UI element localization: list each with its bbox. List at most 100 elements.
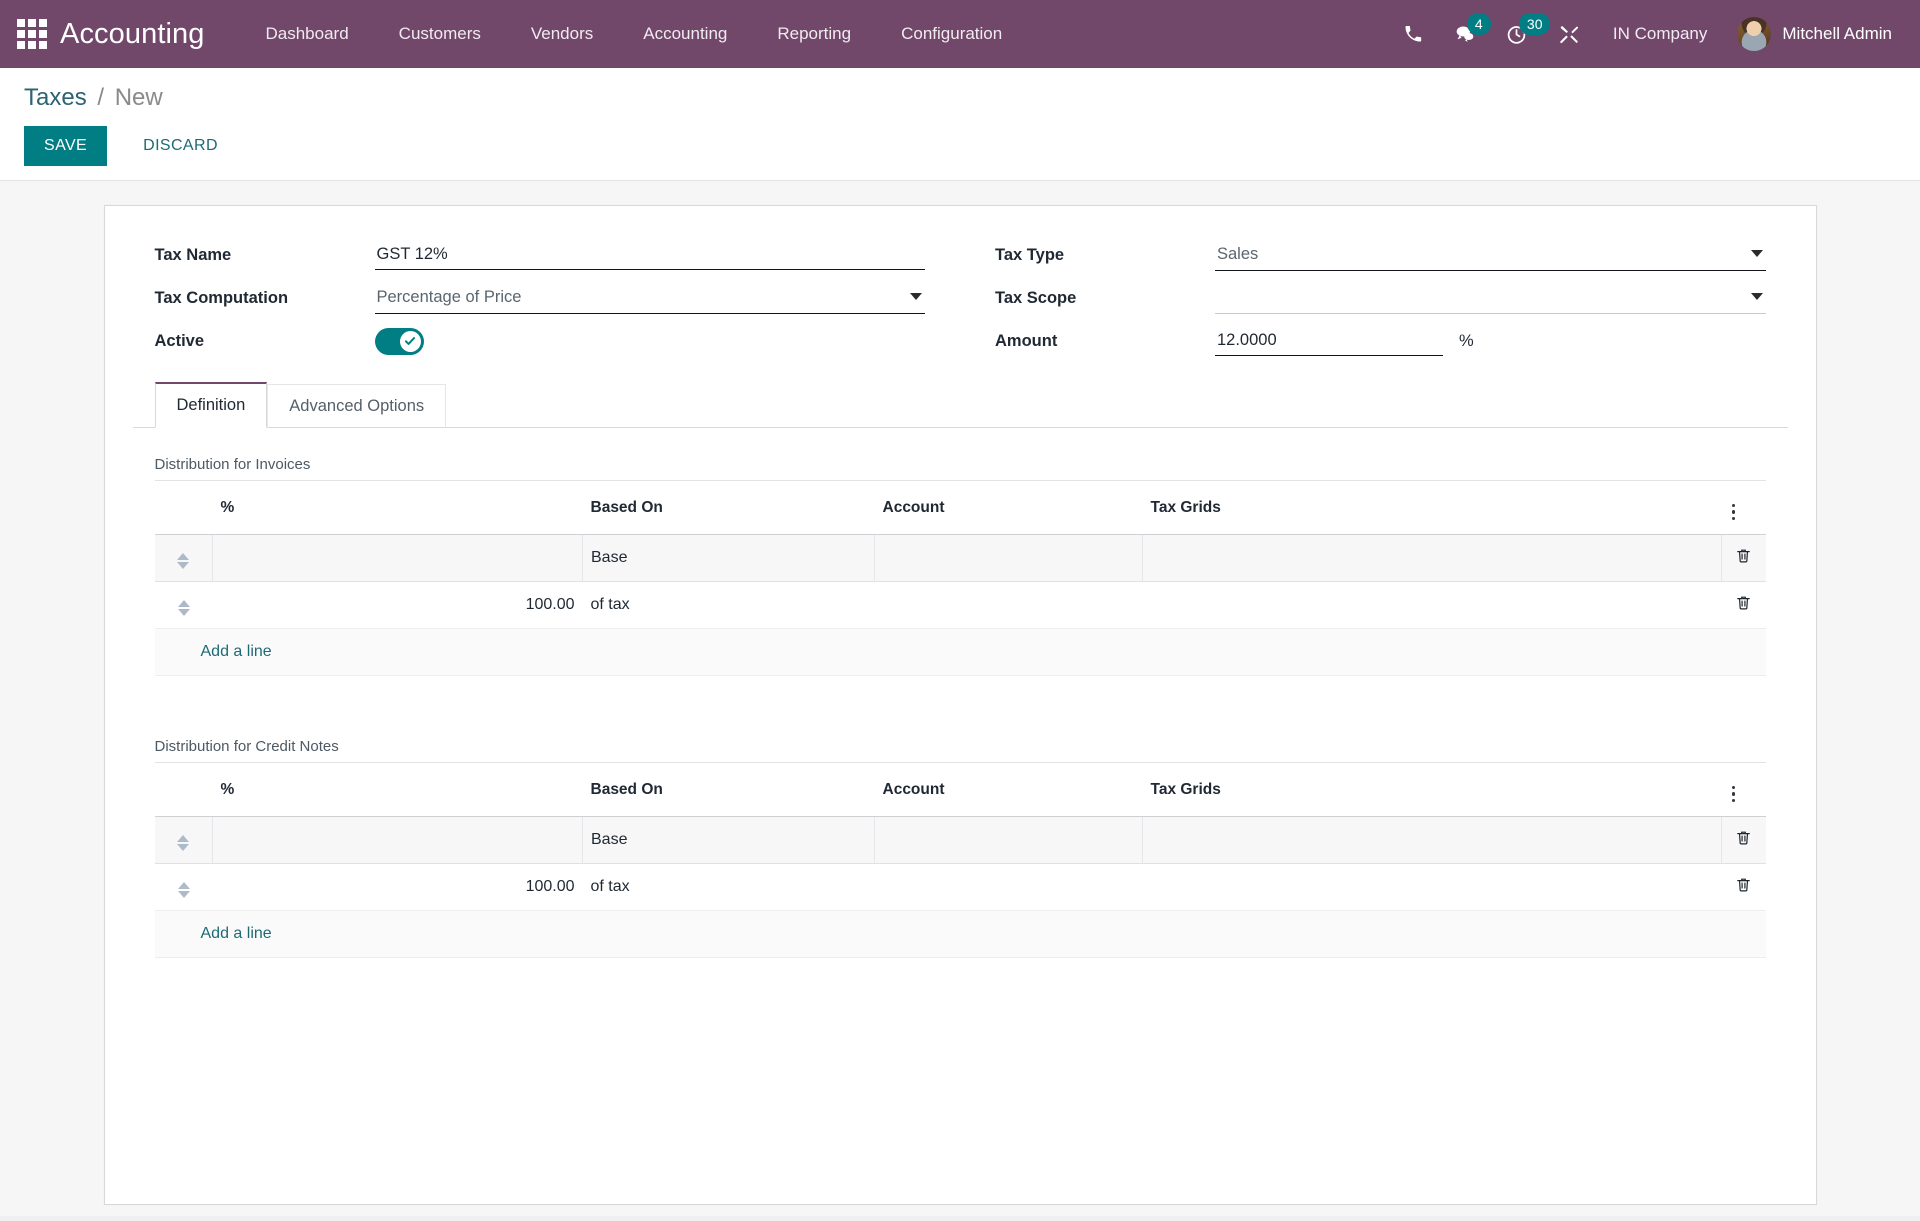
col-percent[interactable]: % [212,762,583,817]
user-name: Mitchell Admin [1782,24,1892,43]
cell-account[interactable] [874,863,1143,911]
distribution-for-credit-notes: Distribution for Credit Notes % Based On… [154,738,1766,958]
control-panel: Taxes / New SAVE DISCARD [0,68,1920,181]
company-switcher[interactable]: IN Company [1595,14,1725,54]
col-tax-grids[interactable]: Tax Grids [1142,480,1722,535]
sort-handle-icon[interactable] [177,600,190,616]
cell-delete [1721,581,1766,629]
discard-button[interactable]: DISCARD [121,126,240,166]
invoices-distribution-table: % Based On Account Tax Grids Base 100.00… [154,480,1766,676]
table-row[interactable]: Base [154,534,1766,582]
user-menu[interactable]: Mitchell Admin [1725,11,1898,57]
trash-icon[interactable] [1735,547,1752,564]
cell-tax-grids[interactable] [1142,534,1722,582]
cell-account[interactable] [874,581,1143,629]
cell-tax-grids[interactable] [1142,581,1722,629]
amount-input[interactable] [1215,326,1443,356]
cell-percent[interactable]: 100.00 [212,863,583,911]
top-navbar: Accounting Dashboard Customers Vendors A… [0,0,1920,68]
label-tax-computation: Tax Computation [154,288,289,307]
sort-handle-icon[interactable] [177,882,190,898]
cell-account[interactable] [874,816,1143,864]
record-action-buttons: SAVE DISCARD [24,126,1896,166]
cell-percent[interactable] [212,534,583,582]
check-icon [404,337,416,345]
sort-handle-icon[interactable] [177,553,190,569]
col-percent[interactable]: % [212,480,583,535]
cell-based-on[interactable]: Base [582,816,875,864]
col-based-on[interactable]: Based On [582,480,875,535]
row-drag-handle[interactable] [154,816,213,864]
developer-tools-icon[interactable] [1543,11,1595,57]
col-account[interactable]: Account [874,480,1143,535]
trash-icon[interactable] [1735,829,1752,846]
cell-percent[interactable]: 100.00 [212,581,583,629]
tax-type-select[interactable]: Sales [1215,239,1766,271]
tax-scope-select[interactable] [1215,282,1766,314]
messages-icon[interactable]: 4 [1439,11,1491,57]
breadcrumb-separator: / [97,84,105,111]
cell-based-on[interactable]: of tax [582,581,875,629]
add-line-cell: Add a line [154,910,1766,958]
messages-badge: 4 [1466,13,1491,35]
col-account[interactable]: Account [874,762,1143,817]
credit-notes-distribution-table: % Based On Account Tax Grids Base 100.00… [154,762,1766,958]
form-column-left: Tax Name Tax Computation Percentage of P… [154,234,925,363]
col-handle [154,480,213,535]
notebook-tabs: Definition Advanced Options [132,381,1788,428]
row-drag-handle[interactable] [154,863,213,911]
add-line-row[interactable]: Add a line [154,628,1766,676]
phone-icon[interactable] [1387,11,1439,57]
table-row[interactable]: 100.00 of tax [154,581,1766,629]
active-toggle[interactable] [374,327,424,355]
breadcrumb: Taxes / New [24,84,1896,112]
add-a-line-link[interactable]: Add a line [163,643,272,660]
table-row[interactable]: Base [154,816,1766,864]
cell-percent[interactable] [212,816,583,864]
field-amount: Amount % [995,320,1766,362]
tax-name-input[interactable] [374,240,925,270]
tax-computation-select[interactable]: Percentage of Price [374,282,925,314]
cell-based-on[interactable]: Base [582,534,875,582]
cell-tax-grids[interactable] [1142,816,1722,864]
sort-handle-icon[interactable] [177,835,190,851]
options-icon[interactable] [1730,784,1738,805]
add-line-row[interactable]: Add a line [154,910,1766,958]
table-row[interactable]: 100.00 of tax [154,863,1766,911]
trash-icon[interactable] [1735,594,1752,611]
cell-tax-grids[interactable] [1142,863,1722,911]
form-column-right: Tax Type Sales Tax Scope Amount 12.0000 … [995,234,1766,363]
label-active: Active [154,331,205,350]
field-tax-name: Tax Name [155,234,925,276]
add-a-line-link[interactable]: Add a line [163,925,272,942]
field-tax-computation: Tax Computation Percentage of Price [154,277,925,319]
cell-account[interactable] [874,534,1143,582]
options-icon[interactable] [1730,502,1738,523]
menu-item-customers[interactable]: Customers [374,14,506,54]
apps-grid-icon[interactable] [14,16,50,52]
avatar [1737,17,1772,51]
menu-item-dashboard[interactable]: Dashboard [241,14,374,54]
trash-icon[interactable] [1735,876,1752,893]
row-drag-handle[interactable] [154,534,213,582]
menu-item-configuration[interactable]: Configuration [876,14,1027,54]
activities-clock-icon[interactable]: 30 [1491,11,1551,57]
row-drag-handle[interactable] [154,581,213,629]
menu-item-accounting[interactable]: Accounting [618,14,752,54]
menu-item-vendors[interactable]: Vendors [506,14,618,54]
col-handle [154,762,213,817]
distribution-for-invoices: Distribution for Invoices % Based On Acc… [154,456,1766,676]
breadcrumb-taxes[interactable]: Taxes [24,84,87,111]
table-header-row: % Based On Account Tax Grids [154,480,1766,535]
cell-based-on[interactable]: of tax [582,863,875,911]
percent-suffix: % [1459,331,1474,350]
form-view-background: Tax Name Tax Computation Percentage of P… [0,181,1920,1216]
tab-definition[interactable]: Definition [154,382,268,428]
tab-advanced-options[interactable]: Advanced Options [267,384,447,428]
col-based-on[interactable]: Based On [582,762,875,817]
menu-item-reporting[interactable]: Reporting [752,14,876,54]
cell-delete [1721,534,1766,582]
col-tax-grids[interactable]: Tax Grids [1142,762,1722,817]
app-brand-accounting[interactable]: Accounting [60,18,205,51]
save-button[interactable]: SAVE [24,126,108,166]
